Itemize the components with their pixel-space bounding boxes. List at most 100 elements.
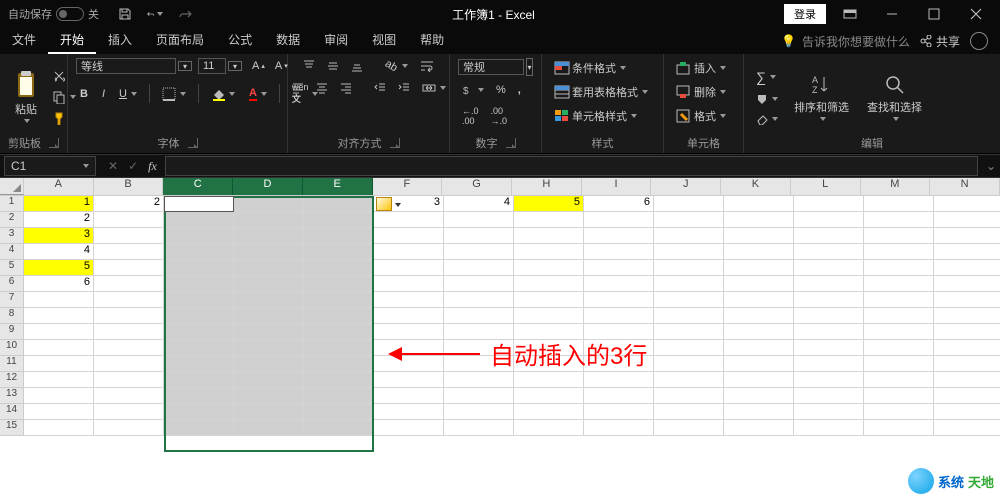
cell-K9[interactable]: [724, 324, 794, 340]
cell-M10[interactable]: [864, 340, 934, 356]
cell-J9[interactable]: [654, 324, 724, 340]
comma-button[interactable]: ,: [514, 82, 525, 98]
cell-L2[interactable]: [794, 212, 864, 228]
share-button[interactable]: 共享: [920, 33, 960, 50]
cell-G1[interactable]: 4: [444, 196, 514, 212]
cell-N7[interactable]: [934, 292, 1000, 308]
close-icon[interactable]: [958, 0, 994, 28]
cell-C9[interactable]: [164, 324, 234, 340]
row-header-1[interactable]: 1: [0, 196, 24, 212]
cell-G6[interactable]: [444, 276, 514, 292]
cell-I5[interactable]: [584, 260, 654, 276]
tab-视图[interactable]: 视图: [360, 27, 408, 54]
cell-I4[interactable]: [584, 244, 654, 260]
number-format-combo[interactable]: [458, 59, 524, 75]
cell-K11[interactable]: [724, 356, 794, 372]
cell-N5[interactable]: [934, 260, 1000, 276]
cell-C3[interactable]: [164, 228, 234, 244]
delete-cells-button[interactable]: 删除: [672, 82, 735, 102]
cell-F12[interactable]: [374, 372, 444, 388]
cell-F2[interactable]: [374, 212, 444, 228]
cell-I6[interactable]: [584, 276, 654, 292]
row-header-8[interactable]: 8: [0, 308, 24, 324]
cell-B11[interactable]: [94, 356, 164, 372]
cell-C1[interactable]: [164, 196, 234, 212]
cell-M2[interactable]: [864, 212, 934, 228]
cell-G5[interactable]: [444, 260, 514, 276]
cell-L7[interactable]: [794, 292, 864, 308]
cell-C10[interactable]: [164, 340, 234, 356]
cell-L11[interactable]: [794, 356, 864, 372]
cell-K2[interactable]: [724, 212, 794, 228]
cell-J5[interactable]: [654, 260, 724, 276]
cell-D6[interactable]: [234, 276, 304, 292]
cell-I8[interactable]: [584, 308, 654, 324]
cell-D7[interactable]: [234, 292, 304, 308]
cell-C13[interactable]: [164, 388, 234, 404]
cell-F14[interactable]: [374, 404, 444, 420]
accounting-button[interactable]: $: [458, 82, 488, 98]
cell-L9[interactable]: [794, 324, 864, 340]
cell-M3[interactable]: [864, 228, 934, 244]
cell-A15[interactable]: [24, 420, 94, 436]
autosum-button[interactable]: ∑: [752, 67, 782, 87]
cell-A3[interactable]: 3: [24, 228, 94, 244]
fx-icon[interactable]: fx: [148, 159, 157, 174]
cell-G3[interactable]: [444, 228, 514, 244]
col-header-E[interactable]: E: [303, 178, 373, 195]
cell-J13[interactable]: [654, 388, 724, 404]
underline-button[interactable]: U: [115, 86, 141, 102]
cell-A5[interactable]: 5: [24, 260, 94, 276]
cell-E10[interactable]: [304, 340, 374, 356]
cell-K13[interactable]: [724, 388, 794, 404]
cell-F8[interactable]: [374, 308, 444, 324]
cell-C7[interactable]: [164, 292, 234, 308]
cell-N9[interactable]: [934, 324, 1000, 340]
cell-J1[interactable]: [654, 196, 724, 212]
row-header-11[interactable]: 11: [0, 356, 24, 372]
expand-formula-icon[interactable]: ⌄: [982, 156, 1000, 176]
conditional-format-button[interactable]: 条件格式: [550, 58, 655, 78]
cell-N6[interactable]: [934, 276, 1000, 292]
cell-J6[interactable]: [654, 276, 724, 292]
cell-I3[interactable]: [584, 228, 654, 244]
cell-I7[interactable]: [584, 292, 654, 308]
cell-M6[interactable]: [864, 276, 934, 292]
cell-J2[interactable]: [654, 212, 724, 228]
col-header-I[interactable]: I: [582, 178, 652, 195]
cell-N15[interactable]: [934, 420, 1000, 436]
undo-icon[interactable]: [147, 6, 163, 22]
cell-B9[interactable]: [94, 324, 164, 340]
autosave-toggle[interactable]: 自动保存 关: [0, 6, 107, 22]
cell-H2[interactable]: [514, 212, 584, 228]
cell-N4[interactable]: [934, 244, 1000, 260]
percent-button[interactable]: %: [492, 82, 510, 98]
cell-L3[interactable]: [794, 228, 864, 244]
name-box[interactable]: C1: [4, 156, 96, 176]
cell-F3[interactable]: [374, 228, 444, 244]
cell-J8[interactable]: [654, 308, 724, 324]
cell-G12[interactable]: [444, 372, 514, 388]
row-header-12[interactable]: 12: [0, 372, 24, 388]
cell-K12[interactable]: [724, 372, 794, 388]
cell-B12[interactable]: [94, 372, 164, 388]
cell-C8[interactable]: [164, 308, 234, 324]
cell-H4[interactable]: [514, 244, 584, 260]
cell-G2[interactable]: [444, 212, 514, 228]
cell-L10[interactable]: [794, 340, 864, 356]
italic-button[interactable]: I: [98, 86, 109, 102]
cell-N14[interactable]: [934, 404, 1000, 420]
cell-M14[interactable]: [864, 404, 934, 420]
col-header-F[interactable]: F: [373, 178, 443, 195]
cell-D13[interactable]: [234, 388, 304, 404]
cell-L1[interactable]: [794, 196, 864, 212]
col-header-D[interactable]: D: [233, 178, 303, 195]
insert-options-button[interactable]: [376, 197, 392, 211]
cell-E4[interactable]: [304, 244, 374, 260]
cell-E13[interactable]: [304, 388, 374, 404]
cell-B10[interactable]: [94, 340, 164, 356]
cell-L6[interactable]: [794, 276, 864, 292]
cell-B8[interactable]: [94, 308, 164, 324]
cell-D3[interactable]: [234, 228, 304, 244]
cell-F15[interactable]: [374, 420, 444, 436]
